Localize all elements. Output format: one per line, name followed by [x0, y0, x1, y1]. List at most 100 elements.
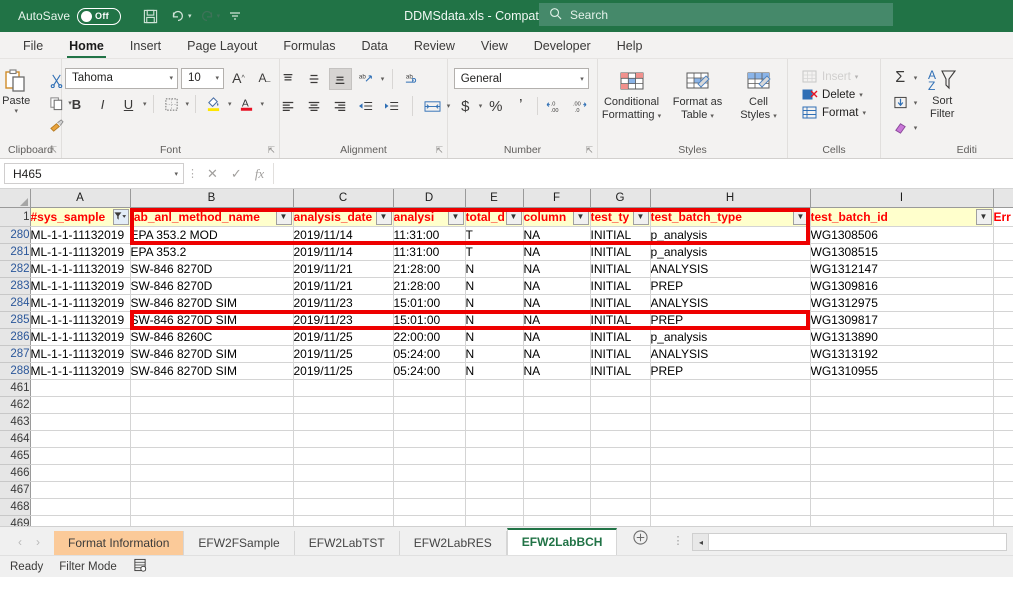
column-header-b[interactable]: B [130, 189, 294, 208]
tab-review[interactable]: Review [401, 35, 468, 56]
cell-D469[interactable] [393, 515, 466, 526]
cell-overflow-461[interactable] [993, 379, 1013, 397]
table-row[interactable]: 280 ML-1-1-11132019 EPA 353.2 MOD 2019/11/1… [0, 226, 1013, 244]
cell-B281[interactable]: EPA 353.2 [130, 243, 294, 261]
tab-help[interactable]: Help [604, 35, 656, 56]
column-header-f[interactable]: F [523, 189, 591, 208]
cell-C465[interactable] [293, 447, 394, 465]
fill-color-icon[interactable] [202, 93, 225, 115]
cell-G465[interactable] [590, 447, 651, 465]
cell-B468[interactable] [130, 498, 294, 516]
header-cell-test-type[interactable]: test_ty ▼ [590, 207, 651, 227]
filter-button-b[interactable]: ▼ [275, 208, 292, 225]
font-size-dropdown-icon[interactable]: ▾ [215, 74, 219, 82]
tab-insert[interactable]: Insert [117, 35, 174, 56]
cell-D467[interactable] [393, 481, 466, 499]
cell-A288[interactable]: ML-1-1-11132019 [30, 362, 131, 380]
scroll-left-icon[interactable]: ◂ [693, 534, 710, 550]
select-all-corner[interactable] [0, 189, 31, 208]
cell-E465[interactable] [465, 447, 524, 465]
format-as-table-button[interactable]: Format as Table ▾ [669, 68, 727, 121]
cell-G283[interactable]: INITIAL [590, 277, 651, 295]
cell-overflow-467[interactable] [993, 481, 1013, 499]
cell-overflow-469[interactable] [993, 515, 1013, 526]
cell-I284[interactable]: WG1312975 [810, 294, 994, 312]
cell-A285[interactable]: ML-1-1-11132019 [30, 311, 131, 329]
cell-F280[interactable]: NA [523, 226, 591, 244]
row-header-469[interactable]: 469 [0, 515, 31, 526]
cell-E468[interactable] [465, 498, 524, 516]
table-row[interactable]: 465 [0, 447, 1013, 465]
table-row[interactable]: 286 ML-1-1-11132019 SW-846 8260C 2019/11/25… [0, 328, 1013, 346]
cell-E466[interactable] [465, 464, 524, 482]
number-format-combobox[interactable]: General ▾ [453, 68, 589, 89]
cell-G280[interactable]: INITIAL [590, 226, 651, 244]
cell-H281[interactable]: p_analysis [650, 243, 811, 261]
cell-F463[interactable] [523, 413, 591, 431]
increase-font-size-icon[interactable]: A ^ [227, 67, 250, 89]
autosave-toggle[interactable]: Off [77, 7, 122, 25]
cell-D285[interactable]: 15:01:00 [393, 311, 466, 329]
column-header-h[interactable]: H [650, 189, 811, 208]
cell-H465[interactable] [650, 447, 811, 465]
cell-G281[interactable]: INITIAL [590, 243, 651, 261]
cell-B282[interactable]: SW-846 8270D [130, 260, 294, 278]
cell-H469[interactable] [650, 515, 811, 526]
cell-overflow-281[interactable] [993, 243, 1013, 261]
cell-A281[interactable]: ML-1-1-11132019 [30, 243, 131, 261]
sort-and-filter-button[interactable]: AZ Sort Filter [921, 67, 963, 120]
table-row[interactable]: 285 ML-1-1-11132019 SW-846 8270D SIM 2019/1… [0, 311, 1013, 329]
cell-B286[interactable]: SW-846 8260C [130, 328, 294, 346]
cell-A464[interactable] [30, 430, 131, 448]
borders-dropdown-icon[interactable]: ▾ [186, 100, 190, 108]
cell-B284[interactable]: SW-846 8270D SIM [130, 294, 294, 312]
cell-A469[interactable] [30, 515, 131, 526]
increase-decimal-icon[interactable]: .0.00 [543, 95, 566, 117]
delete-cells-dropdown-icon[interactable]: ▾ [859, 91, 863, 99]
cell-F461[interactable] [523, 379, 591, 397]
cell-G466[interactable] [590, 464, 651, 482]
cell-E462[interactable] [465, 396, 524, 414]
cell-D283[interactable]: 21:28:00 [393, 277, 466, 295]
customize-quick-access-icon[interactable] [222, 4, 248, 28]
cell-C462[interactable] [293, 396, 394, 414]
cell-D282[interactable]: 21:28:00 [393, 260, 466, 278]
undo-dropdown-icon[interactable]: ▾ [188, 12, 192, 20]
cell-A463[interactable] [30, 413, 131, 431]
cell-F288[interactable]: NA [523, 362, 591, 380]
header-cell-total-d[interactable]: total_d ▼ [465, 207, 524, 227]
search-box[interactable]: Search [539, 3, 893, 26]
cell-F464[interactable] [523, 430, 591, 448]
cell-A286[interactable]: ML-1-1-11132019 [30, 328, 131, 346]
cell-I280[interactable]: WG1308506 [810, 226, 994, 244]
cell-A465[interactable] [30, 447, 131, 465]
sheet-tab-efw2labbch[interactable]: EFW2LabBCH [506, 528, 618, 555]
save-icon[interactable] [137, 4, 163, 28]
cell-F286[interactable]: NA [523, 328, 591, 346]
cell-overflow-280[interactable] [993, 226, 1013, 244]
cell-I469[interactable] [810, 515, 994, 526]
font-dialog-launcher-icon[interactable]: ⇱ [267, 145, 275, 156]
autosum-dropdown-icon[interactable]: ▾ [914, 74, 918, 82]
currency-dropdown-icon[interactable]: ▾ [479, 102, 483, 110]
increase-indent-icon[interactable] [381, 95, 404, 117]
cell-I467[interactable] [810, 481, 994, 499]
format-cells-dropdown-icon[interactable]: ▾ [862, 109, 866, 117]
cell-D464[interactable] [393, 430, 466, 448]
header-cell-analysis-time[interactable]: analysi ▼ [393, 207, 466, 227]
cell-H463[interactable] [650, 413, 811, 431]
align-center-icon[interactable] [303, 95, 326, 117]
cell-C466[interactable] [293, 464, 394, 482]
cell-H468[interactable] [650, 498, 811, 516]
table-row[interactable]: 468 [0, 498, 1013, 516]
cell-A283[interactable]: ML-1-1-11132019 [30, 277, 131, 295]
cell-E287[interactable]: N [465, 345, 524, 363]
cell-B462[interactable] [130, 396, 294, 414]
cell-H280[interactable]: p_analysis [650, 226, 811, 244]
cell-F466[interactable] [523, 464, 591, 482]
cell-D280[interactable]: 11:31:00 [393, 226, 466, 244]
cell-overflow-288[interactable] [993, 362, 1013, 380]
row-header-463[interactable]: 463 [0, 413, 31, 431]
cell-G464[interactable] [590, 430, 651, 448]
cell-E284[interactable]: N [465, 294, 524, 312]
